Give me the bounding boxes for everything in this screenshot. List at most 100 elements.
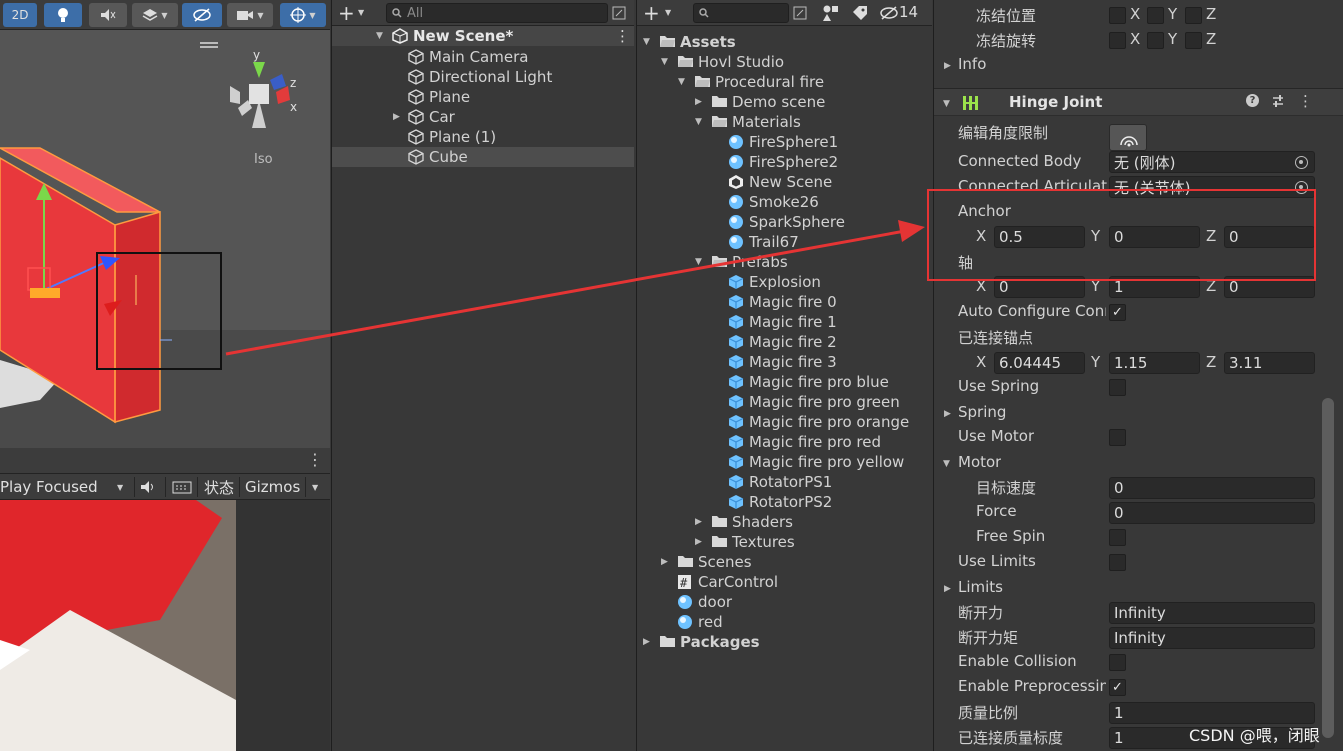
play-mode-dropdown[interactable]: Play Focused ▼ [0,474,132,500]
auto-configure-checkbox[interactable]: ✓ [1109,304,1126,321]
freeze-rotation-x-checkbox[interactable] [1109,32,1126,49]
hierarchy-item[interactable]: ▶ Car [332,107,634,127]
project-tree-item[interactable]: Magic fire pro blue [637,372,932,392]
project-tree-item[interactable]: Magic fire pro green [637,392,932,412]
inspector-scrollbar[interactable] [1322,398,1334,738]
freeze-rotation-y-checkbox[interactable] [1147,32,1164,49]
audio-button[interactable] [140,474,158,500]
project-tree-item[interactable]: FireSphere2 [637,152,932,172]
connected-anchor-y-field[interactable]: 1.15 [1109,352,1200,374]
more-options-icon[interactable]: ⋮ [615,27,630,45]
freeze-position-z-checkbox[interactable] [1185,7,1202,24]
scene-visibility-button[interactable] [182,3,222,27]
enable-collision-checkbox[interactable] [1109,654,1126,671]
expand-arrow-icon[interactable]: ▼ [376,31,383,41]
collapse-arrow-icon[interactable]: ▼ [695,117,702,127]
expand-arrow-icon[interactable]: ▶ [944,409,951,419]
scene-header-row[interactable]: ▼ New Scene* ⋮ [332,26,634,46]
use-motor-checkbox[interactable] [1109,429,1126,446]
project-tree-item[interactable]: Magic fire pro orange [637,412,932,432]
project-tree-item[interactable]: # CarControl [637,572,932,592]
2d-toggle-button[interactable]: 2D [3,3,37,27]
preset-settings-icon[interactable] [1271,94,1285,108]
enable-preprocessing-checkbox[interactable]: ✓ [1109,679,1126,696]
break-force-field[interactable]: Infinity [1109,602,1315,624]
use-spring-checkbox[interactable] [1109,379,1126,396]
expand-arrow-icon[interactable]: ▶ [661,557,668,567]
hierarchy-item[interactable]: Cube [332,147,634,167]
keyboard-button[interactable] [172,474,192,500]
spring-foldout[interactable]: Spring [958,403,1006,421]
collapse-arrow-icon[interactable]: ▼ [643,37,650,47]
project-tree-item[interactable]: New Scene [637,172,932,192]
project-tree-item[interactable]: ▶ Textures [637,532,932,552]
camera-dropdown[interactable]: ▼ [227,3,273,27]
expand-arrow-icon[interactable]: ▶ [393,112,400,122]
collapse-arrow-icon[interactable]: ▼ [695,257,702,267]
hierarchy-item[interactable]: Directional Light [332,67,634,87]
expand-arrow-icon[interactable]: ▶ [944,584,951,594]
project-tree-item[interactable]: RotatorPS1 [637,472,932,492]
hierarchy-search-input[interactable]: All [386,3,608,23]
game-view[interactable]: ⋮ Play Focused ▼ 状态 Gizmos ▼ [0,448,330,751]
project-tree-item[interactable]: ▶ Scenes [637,552,932,572]
hinge-joint-header[interactable]: ▼ Hinge Joint ? ⋮ [934,88,1343,116]
expand-arrow-icon[interactable]: ▶ [944,61,951,71]
motor-foldout[interactable]: Motor [958,453,1001,471]
collapse-arrow-icon[interactable]: ▼ [943,459,950,469]
project-tree-item[interactable]: Trail67 [637,232,932,252]
info-foldout[interactable]: Info [958,55,986,73]
scene-view[interactable]: y z x Iso 2D ▼ ▼ ▼ [0,0,330,448]
effects-dropdown[interactable]: ▼ [132,3,178,27]
expand-arrow-icon[interactable]: ▶ [643,637,650,647]
target-velocity-field[interactable]: 0 [1109,477,1315,499]
add-icon[interactable]: + [338,1,355,25]
freeze-position-y-checkbox[interactable] [1147,7,1164,24]
lighting-toggle-button[interactable] [44,3,82,27]
hierarchy-item[interactable]: Plane [332,87,634,107]
more-options-icon[interactable]: ⋮ [1298,92,1313,110]
audio-toggle-button[interactable] [89,3,127,27]
project-tree-item[interactable]: ▶ Demo scene [637,92,932,112]
hierarchy-item[interactable]: Plane (1) [332,127,634,147]
free-spin-checkbox[interactable] [1109,529,1126,546]
project-tree-item[interactable]: Explosion [637,272,932,292]
object-picker-icon[interactable] [1295,156,1308,169]
freeze-rotation-z-checkbox[interactable] [1185,32,1202,49]
project-tree-item[interactable]: RotatorPS2 [637,492,932,512]
project-tree-item[interactable]: Magic fire 0 [637,292,932,312]
project-tree-item[interactable]: Magic fire 2 [637,332,932,352]
label-tag-icon[interactable] [852,5,868,21]
connected-anchor-z-field[interactable]: 3.11 [1224,352,1315,374]
connected-body-field[interactable]: 无 (刚体) [1109,151,1315,173]
edit-angular-limits-button[interactable] [1109,124,1147,151]
project-tree-item[interactable]: ▼ Hovl Studio [637,52,932,72]
expand-arrow-icon[interactable]: ▼ [943,99,950,109]
expand-arrow-icon[interactable]: ▶ [695,537,702,547]
more-options-icon[interactable]: ⋮ [307,450,323,469]
collapse-arrow-icon[interactable]: ▼ [661,57,668,67]
filter-by-type-icon[interactable] [822,4,840,22]
project-tree-item[interactable]: Magic fire pro yellow [637,452,932,472]
project-tree-item[interactable]: Magic fire 3 [637,352,932,372]
project-tree-item[interactable]: ▶ Packages [637,632,932,652]
project-tree-item[interactable]: Magic fire pro red [637,432,932,452]
break-torque-field[interactable]: Infinity [1109,627,1315,649]
project-tree-item[interactable]: ▼ Procedural fire [637,72,932,92]
project-tree-item[interactable]: Smoke26 [637,192,932,212]
search-options-icon[interactable] [793,6,807,20]
help-icon[interactable]: ? [1246,94,1259,107]
gizmos-button[interactable]: Gizmos [245,474,300,500]
limits-foldout[interactable]: Limits [958,578,1003,596]
project-tree-item[interactable]: ▼ Assets [637,32,932,52]
gizmos-dropdown[interactable]: ▼ [280,3,326,27]
project-tree-item[interactable]: ▼ Materials [637,112,932,132]
add-icon[interactable]: + [643,1,660,25]
project-tree-item[interactable]: FireSphere1 [637,132,932,152]
project-tree-item[interactable]: Magic fire 1 [637,312,932,332]
stats-button[interactable]: 状态 [204,474,234,500]
project-tree-item[interactable]: SparkSphere [637,212,932,232]
connected-anchor-x-field[interactable]: 6.04445 [994,352,1085,374]
chevron-down-icon[interactable]: ▼ [358,8,364,17]
force-field[interactable]: 0 [1109,502,1315,524]
